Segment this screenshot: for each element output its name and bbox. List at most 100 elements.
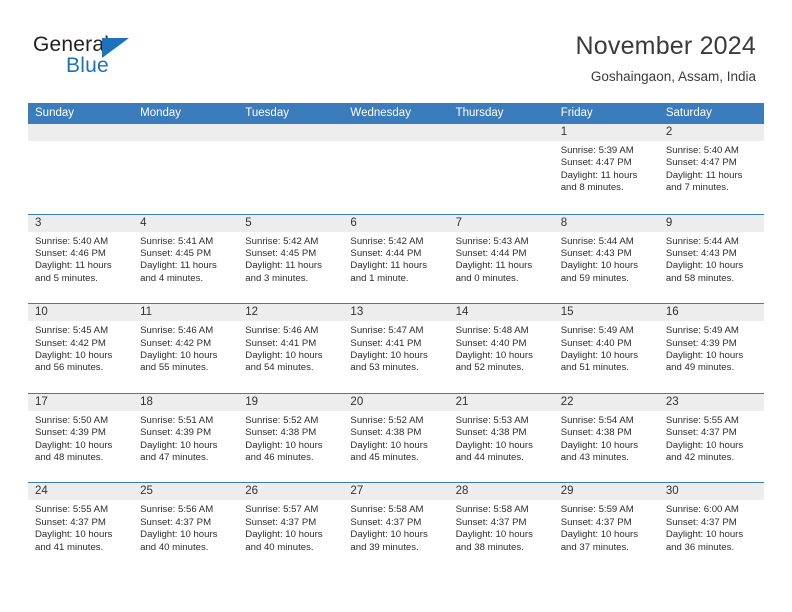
daylight-duration-line2: and 46 minutes. bbox=[245, 452, 314, 463]
calendar-day-cell[interactable]: 23 Sunrise: 5:55 AM Sunset: 4:37 PM Dayligh… bbox=[658, 393, 764, 483]
daylight-duration-line1: Daylight: 11 hours bbox=[560, 169, 638, 181]
calendar-day-cell-empty bbox=[133, 124, 239, 214]
day-number: 25 bbox=[133, 483, 239, 501]
daylight-duration-line1: Daylight: 10 hours bbox=[245, 439, 323, 451]
calendar-day-cell[interactable]: 7 Sunrise: 5:43 AM Sunset: 4:44 PM Daylight… bbox=[448, 214, 554, 304]
calendar-day-cell[interactable]: 14 Sunrise: 5:48 AM Sunset: 4:40 PM Dayligh… bbox=[448, 304, 554, 393]
calendar-day-cell[interactable]: 25 Sunrise: 5:56 AM Sunset: 4:37 PM Dayligh… bbox=[133, 483, 239, 572]
calendar-day-cell[interactable]: 17 Sunrise: 5:50 AM Sunset: 4:39 PM Dayligh… bbox=[28, 393, 134, 483]
weekday-header-row: Sunday Monday Tuesday Wednesday Thursday… bbox=[28, 103, 764, 124]
calendar-day-cell[interactable]: 21 Sunrise: 5:53 AM Sunset: 4:38 PM Dayligh… bbox=[448, 393, 554, 483]
daylight-duration-line1: Daylight: 10 hours bbox=[350, 439, 428, 451]
calendar-weeks: 1 Sunrise: 5:39 AM Sunset: 4:47 PM Daylight… bbox=[28, 124, 764, 572]
daylight-duration-line2: and 49 minutes. bbox=[665, 362, 735, 374]
daylight-duration-line2: and 7 minutes. bbox=[665, 182, 729, 194]
title-block: November 2024 Goshaingaon, Assam, India bbox=[576, 30, 756, 85]
daylight-duration-line1: Daylight: 10 hours bbox=[350, 350, 428, 361]
daylight-duration-line1: Daylight: 10 hours bbox=[455, 529, 533, 541]
sunrise-time: Sunrise: 5:47 AM bbox=[350, 325, 424, 337]
day-number: 30 bbox=[658, 483, 764, 501]
day-number: 11 bbox=[133, 304, 239, 322]
daylight-duration-line1: Daylight: 10 hours bbox=[350, 529, 428, 541]
day-number: 2 bbox=[658, 124, 764, 141]
calendar-day-cell[interactable]: 20 Sunrise: 5:52 AM Sunset: 4:38 PM Dayligh… bbox=[343, 393, 449, 483]
sunset-time: Sunset: 4:42 PM bbox=[140, 337, 212, 349]
calendar-day-cell[interactable]: 1 Sunrise: 5:39 AM Sunset: 4:47 PM Daylight… bbox=[553, 124, 659, 214]
day-number: 28 bbox=[448, 483, 554, 501]
calendar-day-cell[interactable]: 26 Sunrise: 5:57 AM Sunset: 4:37 PM Dayligh… bbox=[238, 483, 344, 572]
calendar-day-cell[interactable]: 30 Sunrise: 6:00 AM Sunset: 4:37 PM Dayligh… bbox=[658, 483, 764, 572]
day-sun-info: Sunrise: 5:49 AM Sunset: 4:40 PM Daylight:… bbox=[554, 321, 659, 375]
calendar-day-cell[interactable]: 13 Sunrise: 5:47 AM Sunset: 4:41 PM Dayligh… bbox=[343, 304, 449, 393]
calendar-day-cell[interactable]: 15 Sunrise: 5:49 AM Sunset: 4:40 PM Dayligh… bbox=[553, 304, 659, 393]
daylight-duration-line2: and 3 minutes. bbox=[245, 272, 309, 284]
calendar-day-cell[interactable]: 29 Sunrise: 5:59 AM Sunset: 4:37 PM Dayligh… bbox=[553, 483, 659, 572]
calendar-page: General Blue November 2024 Goshaingaon, … bbox=[0, 0, 792, 612]
sunrise-time: Sunrise: 5:51 AM bbox=[140, 414, 214, 426]
daylight-duration-line2: and 1 minute. bbox=[350, 272, 409, 284]
sunrise-time: Sunrise: 5:58 AM bbox=[350, 504, 424, 516]
calendar-day-cell[interactable]: 28 Sunrise: 5:58 AM Sunset: 4:37 PM Dayligh… bbox=[448, 483, 554, 572]
calendar-day-cell[interactable]: 9 Sunrise: 5:44 AM Sunset: 4:43 PM Daylight… bbox=[658, 214, 764, 304]
day-number: 22 bbox=[553, 393, 659, 411]
calendar-day-cell[interactable]: 4 Sunrise: 5:41 AM Sunset: 4:45 PM Daylight… bbox=[133, 214, 239, 304]
daylight-duration-line1: Daylight: 10 hours bbox=[35, 350, 113, 361]
day-number: 27 bbox=[343, 483, 449, 501]
day-number: 4 bbox=[133, 214, 239, 232]
calendar-day-cell[interactable]: 27 Sunrise: 5:58 AM Sunset: 4:37 PM Dayligh… bbox=[343, 483, 449, 572]
daylight-duration-line1: Daylight: 10 hours bbox=[140, 350, 218, 361]
sunrise-time: Sunrise: 5:55 AM bbox=[35, 504, 109, 516]
daylight-duration-line2: and 39 minutes. bbox=[350, 541, 419, 553]
calendar-day-cell[interactable]: 22 Sunrise: 5:54 AM Sunset: 4:38 PM Dayligh… bbox=[553, 393, 659, 483]
day-sun-info: Sunrise: 5:58 AM Sunset: 4:37 PM Daylight:… bbox=[343, 500, 448, 554]
calendar-day-cell[interactable]: 8 Sunrise: 5:44 AM Sunset: 4:43 PM Daylight… bbox=[553, 214, 659, 304]
sunset-time: Sunset: 4:45 PM bbox=[140, 248, 212, 259]
daylight-duration-line2: and 40 minutes. bbox=[245, 541, 314, 553]
calendar-day-cell[interactable]: 24 Sunrise: 5:55 AM Sunset: 4:37 PM Dayligh… bbox=[28, 483, 134, 572]
sunrise-time: Sunrise: 5:42 AM bbox=[350, 235, 424, 247]
calendar-day-cell[interactable]: 12 Sunrise: 5:46 AM Sunset: 4:41 PM Dayligh… bbox=[238, 304, 344, 393]
day-sun-info: Sunrise: 6:00 AM Sunset: 4:37 PM Daylight:… bbox=[659, 500, 764, 554]
calendar-day-cell[interactable]: 10 Sunrise: 5:45 AM Sunset: 4:42 PM Dayligh… bbox=[28, 304, 134, 393]
daylight-duration-line2: and 41 minutes. bbox=[35, 541, 104, 553]
calendar-day-cell[interactable]: 3 Sunrise: 5:40 AM Sunset: 4:46 PM Daylight… bbox=[28, 214, 134, 304]
sunrise-time: Sunrise: 5:39 AM bbox=[560, 145, 634, 156]
sunset-time: Sunset: 4:38 PM bbox=[455, 427, 527, 439]
calendar-day-cell[interactable]: 11 Sunrise: 5:46 AM Sunset: 4:42 PM Dayligh… bbox=[133, 304, 239, 393]
day-sun-info: Sunrise: 5:58 AM Sunset: 4:37 PM Daylight:… bbox=[449, 500, 554, 554]
calendar-day-cell[interactable]: 18 Sunrise: 5:51 AM Sunset: 4:39 PM Dayligh… bbox=[133, 393, 239, 483]
brand-logo-blue-text: Blue bbox=[66, 54, 109, 77]
day-number: 13 bbox=[343, 304, 449, 322]
daylight-duration-line1: Daylight: 10 hours bbox=[665, 439, 744, 451]
sunrise-time: Sunrise: 5:46 AM bbox=[245, 325, 319, 337]
calendar-day-cell[interactable]: 5 Sunrise: 5:42 AM Sunset: 4:45 PM Daylight… bbox=[238, 214, 344, 304]
daylight-duration-line1: Daylight: 10 hours bbox=[35, 439, 113, 451]
sunrise-time: Sunrise: 5:40 AM bbox=[35, 235, 109, 247]
calendar-day-cell[interactable]: 2 Sunrise: 5:40 AM Sunset: 4:47 PM Daylight… bbox=[658, 124, 764, 214]
daylight-duration-line2: and 5 minutes. bbox=[35, 272, 98, 284]
calendar-day-cell[interactable]: 16 Sunrise: 5:49 AM Sunset: 4:39 PM Dayligh… bbox=[658, 304, 764, 393]
daylight-duration-line2: and 53 minutes. bbox=[350, 362, 419, 374]
brand-logo[interactable]: General Blue bbox=[33, 33, 213, 85]
daylight-duration-line1: Daylight: 11 hours bbox=[665, 169, 743, 181]
day-sun-info: Sunrise: 5:46 AM Sunset: 4:42 PM Daylight:… bbox=[133, 321, 238, 375]
page-header: General Blue November 2024 Goshaingaon, … bbox=[0, 0, 792, 98]
sunset-time: Sunset: 4:38 PM bbox=[350, 427, 422, 439]
calendar-grid: Sunday Monday Tuesday Wednesday Thursday… bbox=[28, 103, 764, 572]
day-sun-info: Sunrise: 5:42 AM Sunset: 4:45 PM Daylight:… bbox=[238, 232, 343, 286]
daylight-duration-line1: Daylight: 10 hours bbox=[140, 439, 218, 451]
day-number bbox=[448, 124, 554, 141]
sunrise-time: Sunrise: 5:52 AM bbox=[245, 414, 319, 426]
sunrise-time: Sunrise: 5:57 AM bbox=[245, 504, 319, 516]
calendar-day-cell[interactable]: 19 Sunrise: 5:52 AM Sunset: 4:38 PM Dayligh… bbox=[238, 393, 344, 483]
calendar-day-cell[interactable]: 6 Sunrise: 5:42 AM Sunset: 4:44 PM Daylight… bbox=[343, 214, 449, 304]
sunset-time: Sunset: 4:38 PM bbox=[560, 427, 632, 439]
page-title: November 2024 bbox=[575, 32, 756, 60]
daylight-duration-line2: and 40 minutes. bbox=[140, 541, 209, 553]
day-sun-info: Sunrise: 5:41 AM Sunset: 4:45 PM Daylight:… bbox=[133, 232, 238, 286]
sunset-time: Sunset: 4:40 PM bbox=[455, 337, 527, 349]
daylight-duration-line1: Daylight: 10 hours bbox=[245, 529, 323, 541]
day-number: 6 bbox=[343, 214, 449, 232]
sunset-time: Sunset: 4:47 PM bbox=[560, 157, 632, 169]
day-sun-info: Sunrise: 5:51 AM Sunset: 4:39 PM Daylight:… bbox=[133, 411, 238, 465]
